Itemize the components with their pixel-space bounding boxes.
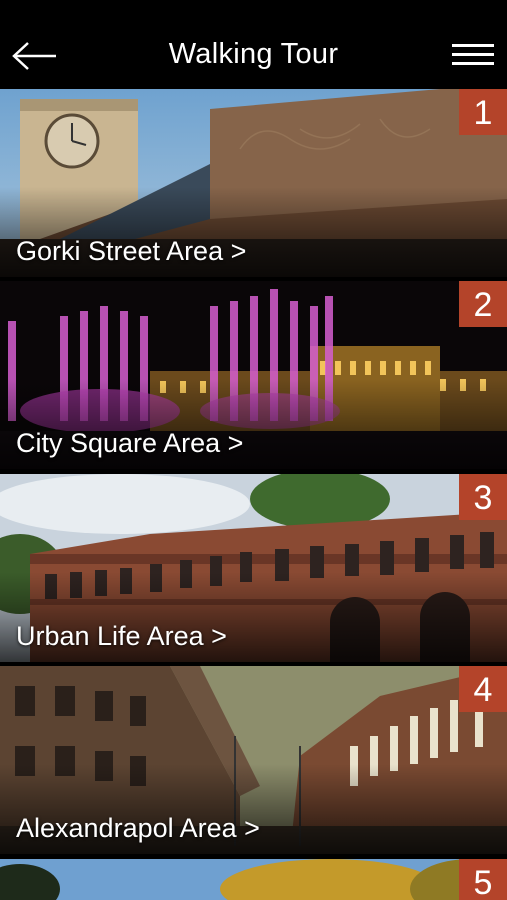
page-title: Walking Tour <box>168 38 339 70</box>
tour-area-5-image <box>0 859 507 900</box>
tour-area-urban-life[interactable]: Urban Life Area > 3 <box>0 474 507 662</box>
tour-area-alexandrapol[interactable]: Alexandrapol Area > 4 <box>0 666 507 854</box>
tour-area-5[interactable]: 5 <box>0 859 507 900</box>
tour-area-label: Urban Life Area > <box>16 621 227 651</box>
tour-area-number-badge: 2 <box>459 281 507 327</box>
tour-area-gorki-street[interactable]: Gorki Street Area > 1 <box>0 89 507 277</box>
hamburger-menu-icon[interactable] <box>448 40 496 72</box>
tour-area-label: Gorki Street Area > <box>16 236 247 266</box>
tour-area-number-badge: 3 <box>459 474 507 520</box>
tour-area-number-badge: 5 <box>459 859 507 900</box>
app-header: Walking Tour <box>0 0 507 89</box>
tour-area-number-badge: 4 <box>459 666 507 712</box>
tour-area-label: City Square Area > <box>16 428 244 458</box>
tour-area-number-badge: 1 <box>459 89 507 135</box>
tour-area-city-square[interactable]: City Square Area > 2 <box>0 281 507 469</box>
tour-area-label: Alexandrapol Area > <box>16 813 260 843</box>
